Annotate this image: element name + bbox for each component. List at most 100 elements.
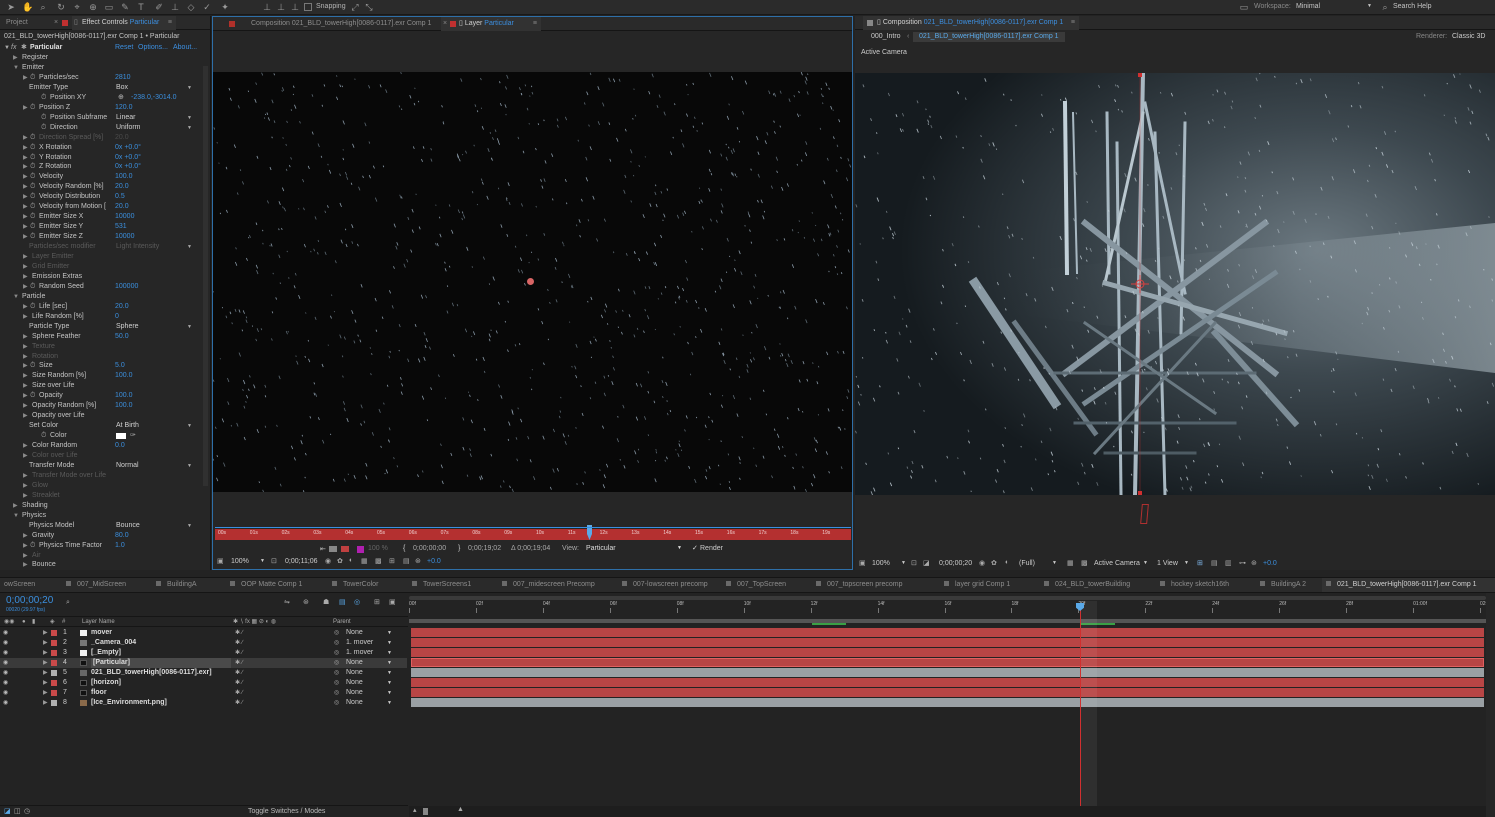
roto-brush-tool-icon[interactable]: ✓ <box>202 2 212 12</box>
property-row[interactable]: ▶⏱Size5.0 <box>0 361 200 371</box>
layer-label-color[interactable] <box>51 650 57 656</box>
twirl-right-icon[interactable]: ▶ <box>23 212 28 222</box>
stopwatch-icon[interactable]: ⏱ <box>41 123 46 133</box>
twirl-right-icon[interactable]: ▶ <box>43 698 48 708</box>
property-row[interactable]: Particles/sec modifierLight Intensity <box>0 242 200 252</box>
twirl-right-icon[interactable]: ▶ <box>23 172 28 182</box>
timeline-tab[interactable]: 007_TopScreen <box>722 578 790 592</box>
camera-tool-icon[interactable]: ⌖ <box>72 2 82 12</box>
layer-duration-bar[interactable] <box>411 678 1484 687</box>
layer-name[interactable]: mover <box>91 628 112 638</box>
twirl-right-icon[interactable]: ▶ <box>23 162 28 172</box>
out-point-time[interactable]: 0;00;19;02 <box>468 545 501 552</box>
timeline-tab[interactable]: hockey sketch16th <box>1156 578 1233 592</box>
property-row[interactable]: ▶Emission Extras <box>0 272 200 282</box>
stopwatch-icon[interactable]: ⏱ <box>30 541 35 551</box>
snapping-checkbox[interactable] <box>304 3 312 11</box>
zoom-slider-thumb[interactable] <box>423 808 428 815</box>
stopwatch-icon[interactable]: ⏱ <box>30 133 35 143</box>
layer-switches[interactable]: ✱ ∕ <box>235 648 243 658</box>
twirl-right-icon[interactable]: ▶ <box>23 312 28 322</box>
property-row[interactable]: ▶Color over Life <box>0 451 200 461</box>
shape-tool-icon[interactable]: ▭ <box>104 2 114 12</box>
breadcrumb-item-intro[interactable]: 000_Intro <box>871 33 901 40</box>
twirl-right-icon[interactable]: ▶ <box>23 192 28 202</box>
parent-dropdown[interactable]: None▼ <box>346 628 394 638</box>
graph-editor-icon[interactable]: ⊞ <box>374 598 380 606</box>
property-row[interactable]: Particle TypeSphere <box>0 322 200 332</box>
stopwatch-icon[interactable]: ⏱ <box>30 192 35 202</box>
parent-dropdown[interactable]: 1. mover▼ <box>346 638 394 648</box>
close-icon[interactable]: × <box>443 17 447 31</box>
snap-edges-icon[interactable]: ⤢ <box>350 2 360 12</box>
eraser-tool-icon[interactable]: ◇ <box>186 2 196 12</box>
stopwatch-icon[interactable]: ⏱ <box>30 222 35 232</box>
mask-visibility-icon[interactable]: ◪ <box>923 559 930 567</box>
layer-duration-bar[interactable] <box>411 698 1484 707</box>
view-dropdown[interactable]: Particular▼ <box>586 545 684 552</box>
layer-row[interactable]: ◉▶4[Particular]✱ ∕◎None▼ <box>0 658 407 668</box>
property-row[interactable]: ▶Streaklet <box>0 491 200 501</box>
property-value[interactable]: 120.0 <box>115 103 133 113</box>
pick-whip-icon[interactable]: ◎ <box>334 698 339 708</box>
property-row[interactable]: ▶Texture <box>0 342 200 352</box>
twirl-right-icon[interactable]: ▶ <box>43 648 48 658</box>
workspace-dropdown[interactable]: Minimal▼ <box>1296 3 1374 10</box>
timeline-tab[interactable]: 007_MidScreen <box>62 578 130 592</box>
emitter-anchor-point[interactable] <box>527 278 534 285</box>
stopwatch-icon[interactable]: ⏱ <box>30 361 35 371</box>
stopwatch-icon[interactable]: ⏱ <box>41 431 46 441</box>
layer-time-ruler[interactable]: 00s01s02s03s04s05s06s07s08s09s10s11s12s1… <box>215 529 851 540</box>
stopwatch-icon[interactable]: ⏱ <box>30 302 35 312</box>
layer-duration-bar[interactable] <box>411 668 1484 677</box>
timeline-tab[interactable]: 007-lowscreen precomp <box>618 578 712 592</box>
zoom-slider-track[interactable]: ▴ ▲ <box>409 806 1486 817</box>
region-of-interest-icon[interactable]: ▦ <box>1067 559 1074 567</box>
crosshair-icon[interactable]: ⊕ <box>118 93 124 103</box>
stopwatch-icon[interactable]: ⏱ <box>41 93 46 103</box>
rotate-tool-icon[interactable]: ↻ <box>56 2 66 12</box>
twirl-right-icon[interactable]: ▶ <box>23 481 28 491</box>
parent-header[interactable]: Parent <box>333 618 351 627</box>
tab-project[interactable]: Project <box>2 16 32 30</box>
twirl-right-icon[interactable]: ▶ <box>23 541 28 551</box>
property-value[interactable]: 10000 <box>115 212 134 222</box>
twirl-right-icon[interactable]: ▶ <box>23 371 28 381</box>
visibility-eye-icon[interactable]: ◉ <box>3 658 8 668</box>
stopwatch-icon[interactable]: ⏱ <box>30 103 35 113</box>
current-time[interactable]: 0;00;11;06 <box>285 558 318 565</box>
stopwatch-icon[interactable]: ⏱ <box>30 153 35 163</box>
property-row[interactable]: ▶⏱Velocity Random [%]20.0 <box>0 182 200 192</box>
stopwatch-icon[interactable]: ⏱ <box>30 182 35 192</box>
twirl-right-icon[interactable]: ▶ <box>43 658 48 668</box>
property-row[interactable]: ⏱Color✑ <box>0 431 200 441</box>
twirl-right-icon[interactable]: ▶ <box>23 401 28 411</box>
snap-features-icon[interactable]: ⤡ <box>364 2 374 12</box>
twirl-right-icon[interactable]: ▶ <box>23 471 28 481</box>
transparency-grid-icon[interactable]: ▩ <box>375 557 382 565</box>
time-ruler[interactable]: 00f02f04f06f08f10f12f14f16f18f20f22f24f2… <box>409 601 1486 615</box>
reset-link[interactable]: Reset <box>115 43 133 53</box>
property-value[interactable]: 20.0 <box>115 133 129 143</box>
shy-icon[interactable]: ☗ <box>323 598 329 606</box>
search-help-input[interactable]: Search Help <box>1393 3 1432 10</box>
timeline-tab[interactable]: 007_midescreen Precomp <box>498 578 599 592</box>
close-icon[interactable]: × <box>50 16 58 30</box>
twirl-right-icon[interactable]: ▶ <box>23 153 28 163</box>
property-row[interactable]: ▶⏱Emitter Size X10000 <box>0 212 200 222</box>
pan-behind-tool-icon[interactable]: ⊕ <box>88 2 98 12</box>
axis-world-icon[interactable]: ⊥ <box>276 2 286 12</box>
layer-row[interactable]: ◉▶2_Camera_004✱ ∕◎1. mover▼ <box>0 638 407 648</box>
snapshot-icon[interactable] <box>329 546 337 552</box>
twirl-right-icon[interactable]: ▶ <box>23 411 28 421</box>
pick-whip-icon[interactable]: ◎ <box>334 668 339 678</box>
property-row[interactable]: ▶⏱Velocity100.0 <box>0 172 200 182</box>
visibility-eye-icon[interactable]: ◉ <box>3 698 8 708</box>
layer-name[interactable]: [Ice_Environment.png] <box>91 698 167 708</box>
layer-switches[interactable]: ✱ ∕ <box>235 668 243 678</box>
property-row[interactable]: ▶⏱Z Rotation0x +0.0° <box>0 162 200 172</box>
scrollbar[interactable] <box>203 66 208 486</box>
twirl-right-icon[interactable]: ▶ <box>23 143 28 153</box>
property-row[interactable]: ▶⏱Direction Spread [%]20.0 <box>0 133 200 143</box>
parent-dropdown[interactable]: None▼ <box>346 688 394 698</box>
